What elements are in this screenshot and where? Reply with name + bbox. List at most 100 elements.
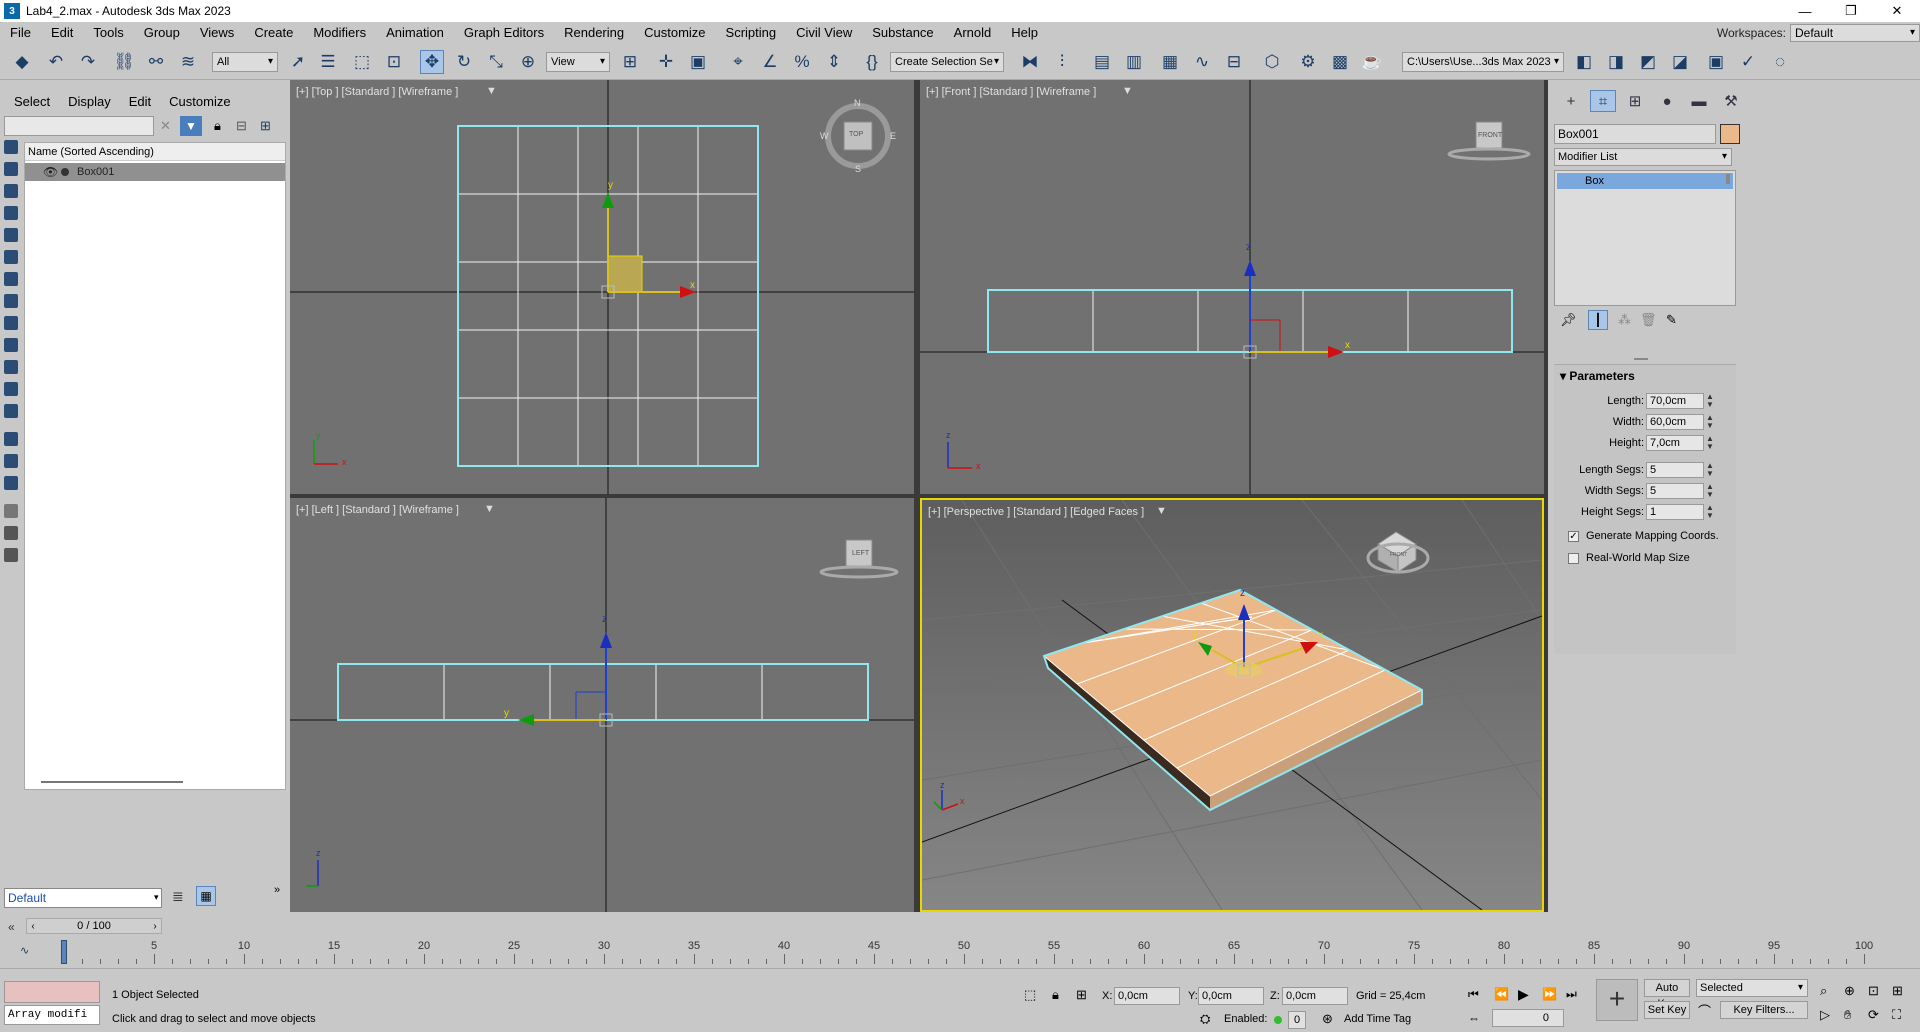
adaptive-degradation-icon[interactable]: ⛭ bbox=[1200, 1011, 1210, 1027]
viewport-layout-1-icon[interactable]: ◧ bbox=[1572, 50, 1596, 74]
next-key-icon[interactable]: ⏩ bbox=[1542, 987, 1557, 1001]
checkbox-unchecked-icon[interactable] bbox=[1568, 553, 1579, 564]
configure-sets-icon[interactable]: ✎ bbox=[1666, 312, 1677, 328]
panel-scrollbar[interactable] bbox=[1726, 174, 1730, 184]
menu-create[interactable]: Create bbox=[244, 22, 303, 44]
selection-lock-icon[interactable]: 🔒︎ bbox=[1052, 987, 1059, 1003]
length-field[interactable]: 70,0cm bbox=[1646, 393, 1704, 409]
width-field[interactable]: 60,0cm bbox=[1646, 414, 1704, 430]
parameters-title[interactable]: Parameters bbox=[1569, 369, 1634, 383]
utilities-tab-icon[interactable]: ⚒ bbox=[1718, 90, 1744, 112]
menu-edit[interactable]: Edit bbox=[41, 22, 83, 44]
project-folder-dropdown[interactable]: C:\Users\Use...3ds Max 2023 bbox=[1402, 52, 1564, 72]
viewport-left[interactable]: [+] [Left ] [Standard ] [Wireframe ] ▼ L… bbox=[290, 498, 914, 912]
mirror-icon[interactable]: ⧓ bbox=[1018, 50, 1042, 74]
tab-display[interactable]: Display bbox=[68, 94, 111, 109]
current-frame-marker[interactable] bbox=[61, 940, 67, 964]
align-icon[interactable]: ⫶ bbox=[1050, 50, 1074, 74]
current-frame-field[interactable]: 0 bbox=[1492, 1009, 1564, 1027]
render-window-icon[interactable]: ▣ bbox=[1704, 50, 1728, 74]
list-item[interactable]: 👁︎ Box001 bbox=[25, 163, 285, 181]
spinner-snap-icon[interactable]: ⇕ bbox=[822, 50, 846, 74]
checkbox-checked-icon[interactable]: ✓ bbox=[1568, 531, 1579, 542]
snap-toggle-icon[interactable]: ◆ bbox=[10, 50, 34, 74]
close-icon[interactable]: ✕ bbox=[1874, 0, 1920, 22]
display-xrefs-icon[interactable] bbox=[4, 316, 18, 330]
display-shapes-icon[interactable] bbox=[4, 184, 18, 198]
app-icon[interactable]: 3 bbox=[4, 3, 20, 19]
length-segs-field[interactable]: 5 bbox=[1646, 462, 1704, 478]
width-segs-field[interactable]: 5 bbox=[1646, 483, 1704, 499]
viewport-filter-icon[interactable]: ▼ bbox=[1122, 85, 1133, 97]
rendered-frame-icon[interactable]: ▩ bbox=[1328, 50, 1352, 74]
tab-customize[interactable]: Customize bbox=[169, 94, 230, 109]
generate-mapping-checkbox[interactable]: ✓ Generate Mapping Coords. bbox=[1568, 529, 1748, 545]
select-rotate-icon[interactable]: ↻ bbox=[452, 50, 476, 74]
next-frame-icon[interactable]: › bbox=[149, 920, 161, 932]
display-helpers-icon[interactable] bbox=[4, 250, 18, 264]
menu-views[interactable]: Views bbox=[190, 22, 244, 44]
container-icon[interactable] bbox=[4, 548, 18, 562]
motion-tab-icon[interactable]: ● bbox=[1654, 90, 1680, 112]
object-color-swatch[interactable] bbox=[1720, 124, 1740, 144]
time-slider[interactable]: ‹ 0 / 100 › bbox=[26, 918, 162, 934]
viewport-label-perspective[interactable]: [+] [Perspective ] [Standard ] [Edged Fa… bbox=[928, 506, 1144, 518]
layer-sort-icon[interactable]: ⊞ bbox=[260, 118, 271, 134]
z-coord-field[interactable]: 0,0cm bbox=[1282, 987, 1348, 1005]
display-influences-icon[interactable] bbox=[4, 454, 18, 468]
select-by-name-icon[interactable]: ☰ bbox=[316, 50, 340, 74]
redo-icon[interactable]: ↷ bbox=[76, 50, 100, 74]
angle-snap-icon[interactable]: ∠ bbox=[758, 50, 782, 74]
menu-rendering[interactable]: Rendering bbox=[554, 22, 634, 44]
menu-graph-editors[interactable]: Graph Editors bbox=[454, 22, 554, 44]
viewport-filter-icon[interactable]: ▼ bbox=[484, 503, 495, 515]
edit-named-sets-icon[interactable]: {} bbox=[860, 50, 884, 74]
pivot-center-icon[interactable]: ⊞ bbox=[618, 50, 642, 74]
display-dependents-icon[interactable] bbox=[4, 476, 18, 490]
scene-explorer-icon[interactable]: ▤ bbox=[1090, 50, 1114, 74]
tab-edit[interactable]: Edit bbox=[129, 94, 151, 109]
toggle-ribbon-icon[interactable]: ▦ bbox=[1158, 50, 1182, 74]
real-world-checkbox[interactable]: Real-World Map Size bbox=[1568, 551, 1748, 567]
display-spacewarps-icon[interactable] bbox=[4, 272, 18, 286]
length-segs-spinner[interactable]: ▲ ▼ bbox=[1706, 462, 1714, 478]
menu-civil-view[interactable]: Civil View bbox=[786, 22, 862, 44]
zoom-extents-icon[interactable]: ⊡ bbox=[1868, 983, 1879, 999]
viewport-layout-3-icon[interactable]: ◩ bbox=[1636, 50, 1660, 74]
percent-snap-icon[interactable]: % bbox=[790, 50, 814, 74]
display-groups-icon[interactable] bbox=[4, 294, 18, 308]
expand-timeline-icon[interactable]: « bbox=[8, 920, 15, 934]
menu-help[interactable]: Help bbox=[1001, 22, 1048, 44]
width-segs-spinner[interactable]: ▲ ▼ bbox=[1706, 483, 1714, 499]
menu-scripting[interactable]: Scripting bbox=[716, 22, 787, 44]
height-spinner[interactable]: ▲ ▼ bbox=[1706, 435, 1714, 451]
default-tangents-icon[interactable]: ⌒ bbox=[1698, 1001, 1711, 1020]
scene-search-input[interactable] bbox=[4, 116, 154, 136]
rect-selection-icon[interactable]: ⬚ bbox=[350, 50, 374, 74]
maximize-viewport-icon[interactable]: ⛶ bbox=[1892, 1007, 1901, 1023]
orbit-icon[interactable]: ⟳ bbox=[1868, 1007, 1879, 1023]
menu-customize[interactable]: Customize bbox=[634, 22, 715, 44]
lock-icon[interactable]: 🔒︎ bbox=[214, 118, 221, 134]
menu-tools[interactable]: Tools bbox=[83, 22, 133, 44]
show-end-result-icon[interactable]: ┃ bbox=[1588, 310, 1608, 330]
eye-icon[interactable]: 👁︎ bbox=[43, 163, 58, 181]
modifier-list-dropdown[interactable]: Modifier List bbox=[1554, 148, 1732, 166]
isolate-selection-icon[interactable]: ⬚ bbox=[1024, 987, 1036, 1003]
auto-key-button[interactable]: Auto Key bbox=[1644, 979, 1690, 1010]
layer-dropdown-arrow-icon[interactable]: ▾ bbox=[154, 892, 159, 903]
zoom-all-icon[interactable]: ⊕ bbox=[1844, 983, 1855, 999]
absolute-mode-icon[interactable]: ⊞ bbox=[1076, 987, 1087, 1003]
window-crossing-icon[interactable]: ⊡ bbox=[382, 50, 406, 74]
set-key-button[interactable]: Set Key bbox=[1644, 1001, 1690, 1019]
pin-stack-icon[interactable]: 📌︎ bbox=[1560, 312, 1577, 328]
layer-explorer-icon[interactable]: ▥ bbox=[1122, 50, 1146, 74]
render-setup-icon[interactable]: ⚙ bbox=[1296, 50, 1320, 74]
display-bones-icon[interactable] bbox=[4, 338, 18, 352]
viewport-layout-2-icon[interactable]: ◨ bbox=[1604, 50, 1628, 74]
display-lights-icon[interactable] bbox=[4, 206, 18, 220]
minimize-icon[interactable]: — bbox=[1782, 0, 1828, 22]
column-header[interactable]: Name (Sorted Ascending) bbox=[25, 143, 285, 161]
time-ruler[interactable]: 0510152025303540455055606570758085909510… bbox=[61, 940, 1873, 964]
height-field[interactable]: 7,0cm bbox=[1646, 435, 1704, 451]
